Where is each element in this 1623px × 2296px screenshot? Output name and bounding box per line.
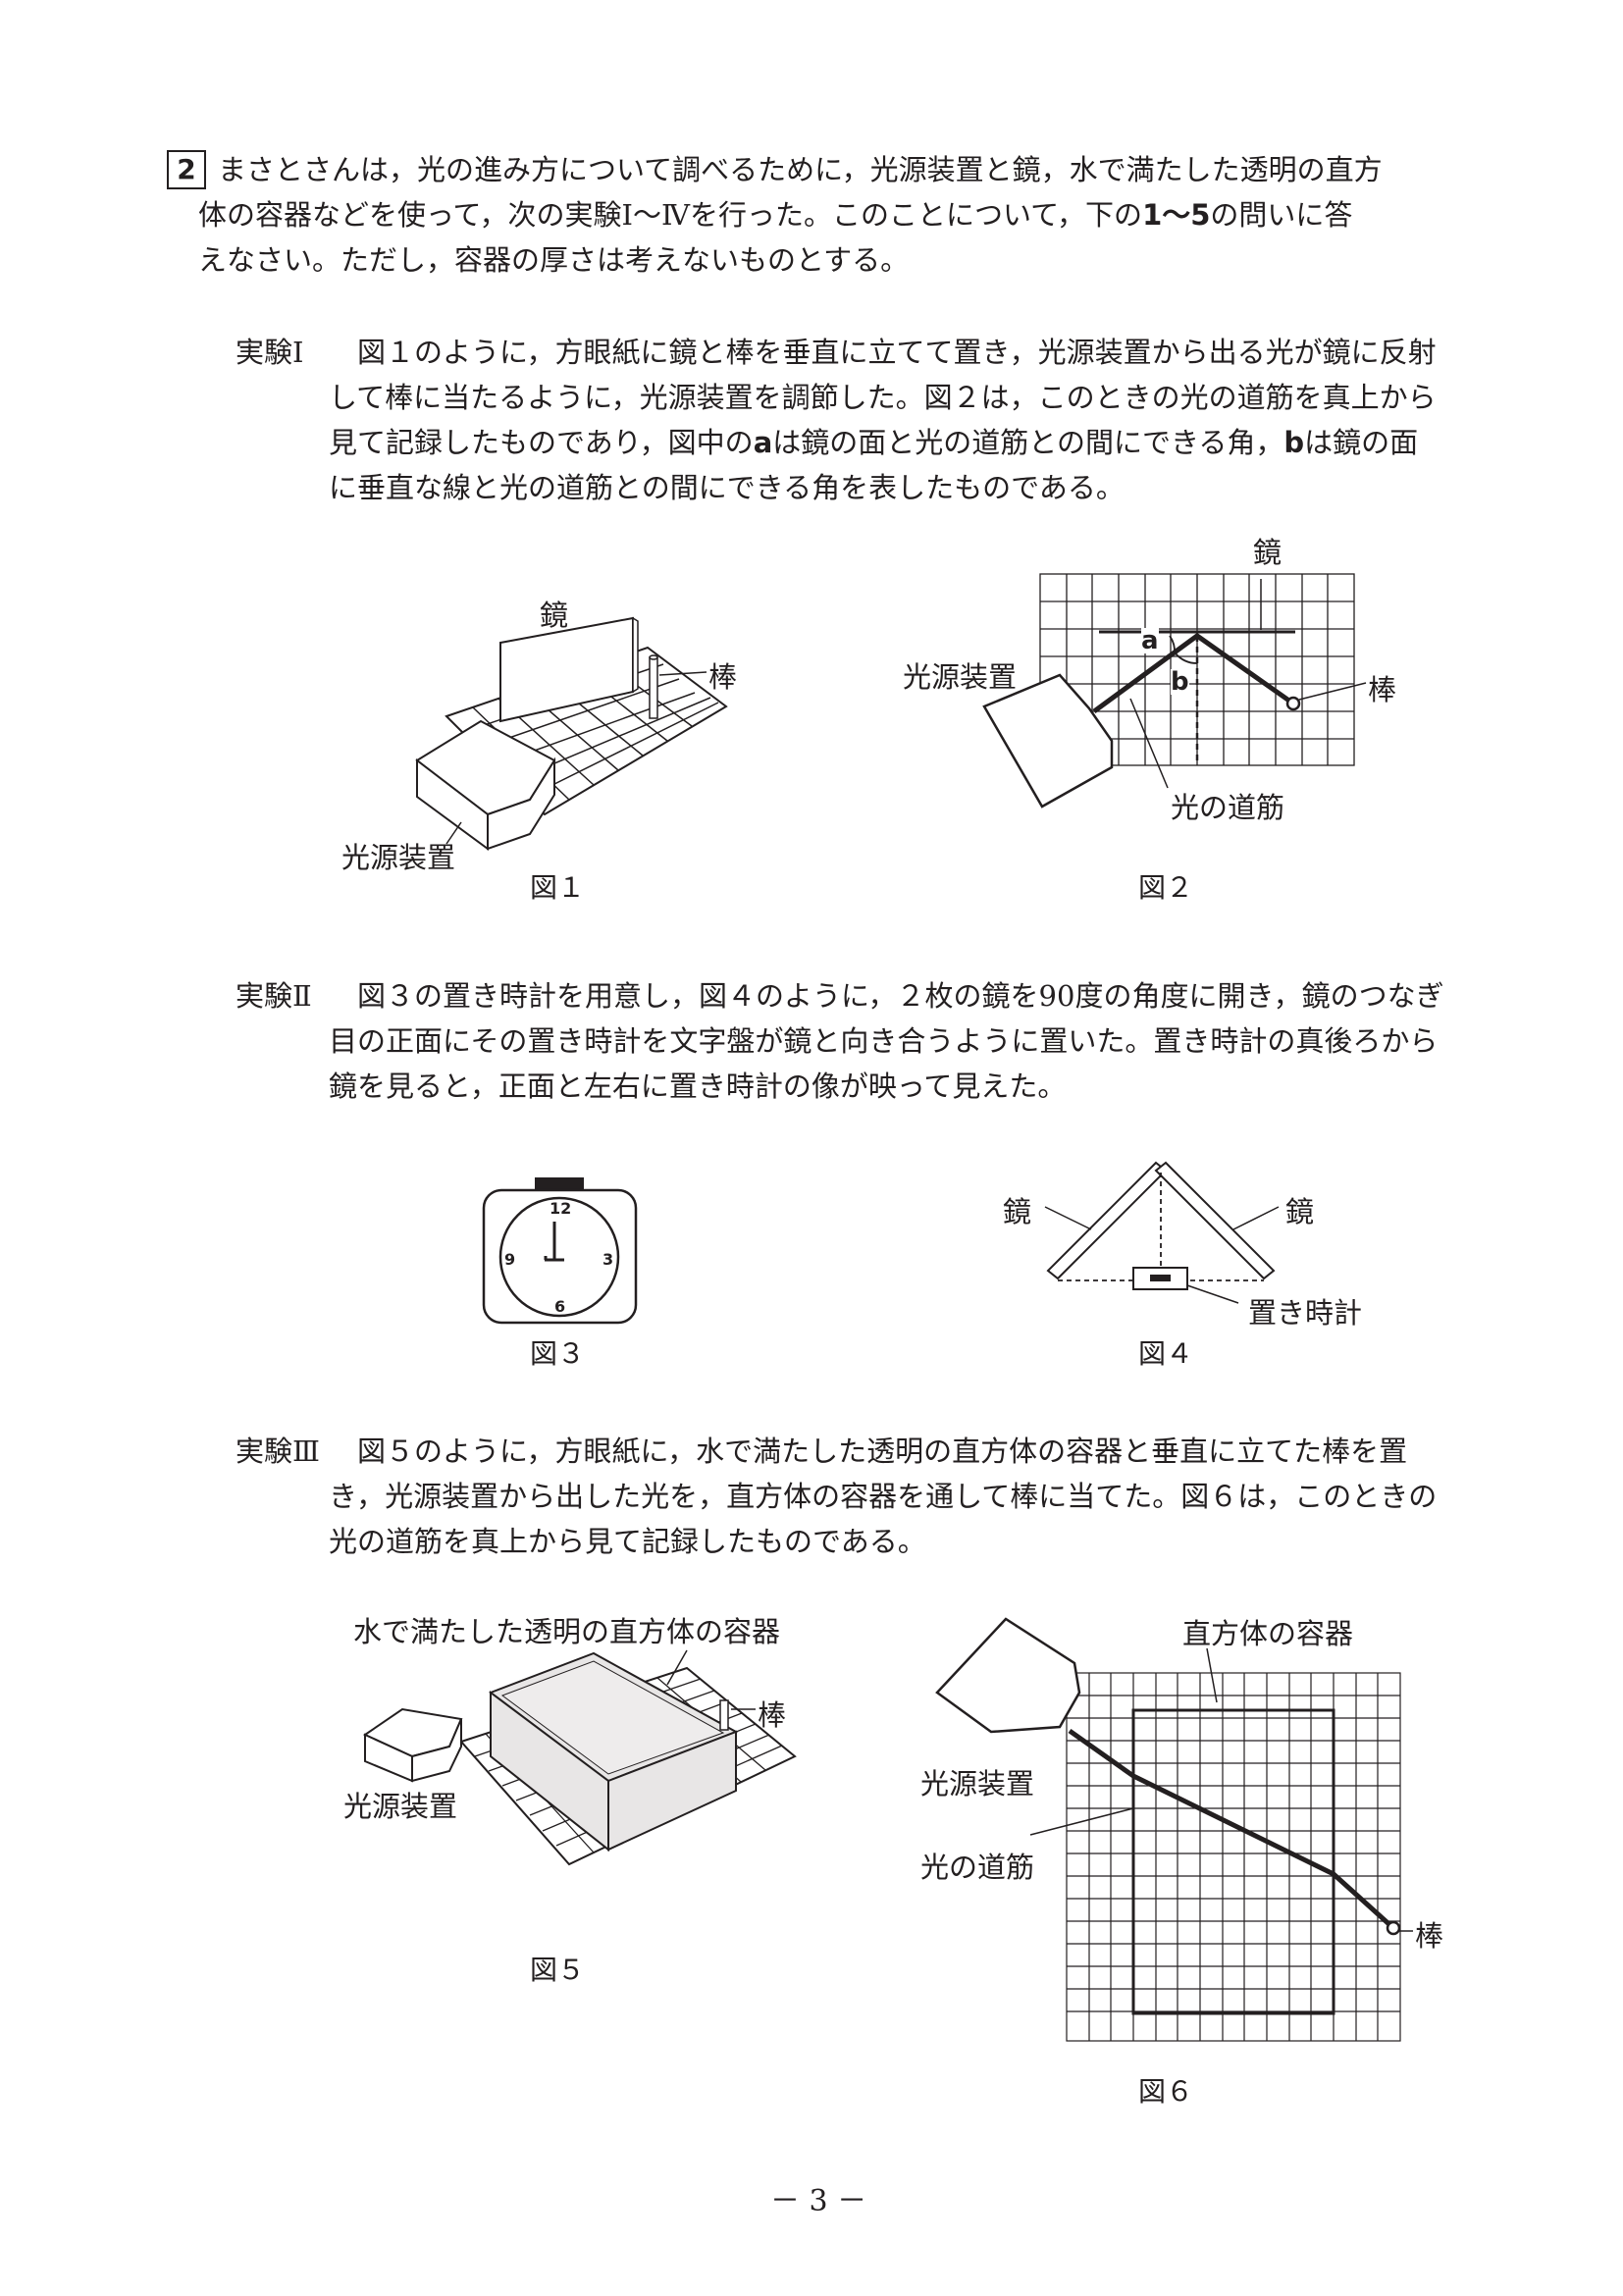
page-number: － 3 － [770, 2184, 867, 2218]
figure-6 [935, 1617, 1413, 2042]
fig6-caption: 図６ [1138, 2075, 1194, 2108]
fig6-path-label: 光の道筋 [920, 1851, 1035, 1884]
fig6-container-label: 直方体の容器 [1182, 1617, 1354, 1650]
fig6-rod-label: 棒 [1415, 1919, 1444, 1953]
fig6-light-label: 光源装置 [920, 1767, 1035, 1800]
